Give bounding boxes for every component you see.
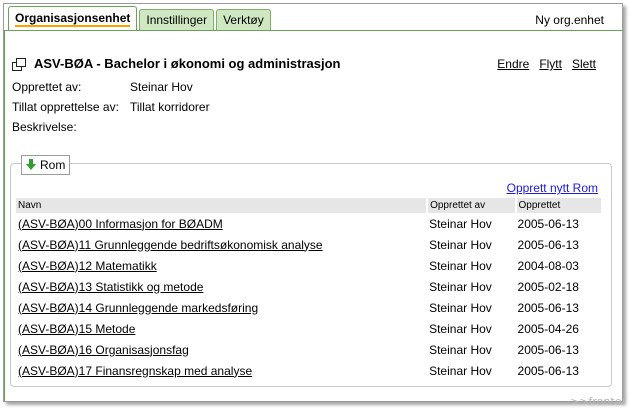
created-by-cell: Steinar Hov: [429, 279, 492, 294]
unit-actions: Endre Flytt Slett: [497, 57, 596, 71]
tab-organisasjonsenhet[interactable]: Organisasjonsenhet: [8, 6, 138, 30]
info-label: Opprettet av:: [12, 80, 82, 94]
page-title: ASV-BØA - Bachelor i økonomi og administ…: [34, 56, 341, 71]
room-link[interactable]: (ASV-BØA)12 Matematikk: [18, 259, 157, 273]
created-by-cell: Steinar Hov: [429, 363, 492, 378]
room-name-cell: (ASV-BØA)11 Grunnleggende bedriftsøkonom…: [16, 234, 427, 255]
room-link[interactable]: (ASV-BØA)11 Grunnleggende bedriftsøkonom…: [18, 238, 323, 252]
room-link[interactable]: (ASV-BØA)15 Metode: [18, 322, 135, 336]
tab-label: Organisasjonsenhet: [15, 11, 131, 27]
created-by-cell: Steinar Hov: [429, 342, 492, 357]
create-room-link[interactable]: Opprett nytt Rom: [507, 181, 598, 195]
delete-link[interactable]: Slett: [572, 57, 596, 71]
rooms-toggle[interactable]: Rom: [21, 155, 71, 175]
tab-verktoy[interactable]: Verktøy: [216, 9, 271, 30]
column-header-created[interactable]: Opprettet: [515, 198, 604, 213]
tab-innstillinger[interactable]: Innstillinger: [139, 9, 215, 30]
created-by-cell: Steinar Hov: [429, 237, 492, 252]
created-date-cell: 2005-06-13: [517, 363, 579, 378]
room-link[interactable]: (ASV-BØA)16 Organisasjonsfag: [18, 343, 189, 357]
created-date-cell: 2005-06-13: [517, 300, 579, 315]
created-by-cell: Steinar Hov: [429, 321, 492, 336]
room-link[interactable]: (ASV-BØA)13 Statistikk og metode: [18, 280, 203, 294]
room-name-cell: (ASV-BØA)14 Grunnleggende markedsføring: [16, 297, 427, 318]
room-name-cell: (ASV-BØA)00 Informasjon for BØADM: [16, 213, 427, 234]
tab-bar: Organisasjonsenhet Innstillinger Verktøy: [8, 6, 273, 30]
org-unit-icon: [12, 57, 26, 71]
rooms-legend-label: Rom: [40, 158, 66, 172]
created-date-cell: 2004-08-03: [517, 258, 579, 273]
table-row: (ASV-BØA)14 Grunnleggende markedsføring …: [16, 297, 602, 318]
created-date-cell: 2005-06-13: [517, 342, 579, 357]
created-date-cell: 2005-06-13: [517, 216, 579, 231]
room-name-cell: (ASV-BØA)15 Metode: [16, 318, 427, 339]
rooms-table: Navn Opprettet av Opprettet (ASV-BØA)00 …: [16, 198, 604, 381]
column-header-created-by[interactable]: Opprettet av: [427, 198, 517, 213]
down-arrow-icon: [26, 159, 36, 171]
table-row: (ASV-BØA)11 Grunnleggende bedriftsøkonom…: [16, 234, 602, 255]
info-value: Steinar Hov: [130, 80, 193, 94]
table-row: (ASV-BØA)13 Statistikk og metode Steinar…: [16, 276, 602, 297]
info-description: Beskrivelse:: [12, 120, 130, 134]
unit-title-row: ASV-BØA - Bachelor i økonomi og administ…: [12, 56, 341, 71]
table-row: (ASV-BØA)12 Matematikk Steinar Hov 2004-…: [16, 255, 602, 276]
room-link[interactable]: (ASV-BØA)00 Informasjon for BØADM: [18, 217, 223, 231]
table-header-row: Navn Opprettet av Opprettet: [16, 198, 604, 213]
room-name-cell: (ASV-BØA)12 Matematikk: [16, 255, 427, 276]
fronter-watermark: >>fronter: [570, 395, 626, 408]
room-link[interactable]: (ASV-BØA)14 Grunnleggende markedsføring: [18, 301, 258, 315]
column-header-name[interactable]: Navn: [16, 198, 429, 213]
created-date-cell: 2005-06-13: [517, 237, 579, 252]
table-row: (ASV-BØA)16 Organisasjonsfag Steinar Hov…: [16, 339, 602, 360]
info-label: Beskrivelse:: [12, 120, 77, 134]
room-link[interactable]: (ASV-BØA)17 Finansregnskap med analyse: [18, 364, 252, 378]
table-row: (ASV-BØA)00 Informasjon for BØADM Steina…: [16, 213, 602, 234]
edit-link[interactable]: Endre: [497, 57, 529, 71]
created-date-cell: 2005-02-18: [517, 279, 579, 294]
created-by-cell: Steinar Hov: [429, 216, 492, 231]
created-date-cell: 2005-04-26: [517, 321, 579, 336]
table-row: (ASV-BØA)15 Metode Steinar Hov 2005-04-2…: [16, 318, 602, 339]
move-link[interactable]: Flytt: [539, 57, 562, 71]
info-allow-creation: Tillat opprettelse av: Tillat korridorer: [12, 100, 210, 114]
created-by-cell: Steinar Hov: [429, 258, 492, 273]
room-name-cell: (ASV-BØA)13 Statistikk og metode: [16, 276, 427, 297]
room-name-cell: (ASV-BØA)16 Organisasjonsfag: [16, 339, 427, 360]
room-name-cell: (ASV-BØA)17 Finansregnskap med analyse: [16, 360, 427, 381]
created-by-cell: Steinar Hov: [429, 300, 492, 315]
info-value: Tillat korridorer: [130, 100, 210, 114]
table-row: (ASV-BØA)17 Finansregnskap med analyse S…: [16, 360, 602, 381]
info-created-by: Opprettet av: Steinar Hov: [12, 80, 193, 94]
info-label: Tillat opprettelse av:: [12, 100, 119, 114]
new-org-unit-link[interactable]: Ny org.enhet: [535, 13, 604, 27]
